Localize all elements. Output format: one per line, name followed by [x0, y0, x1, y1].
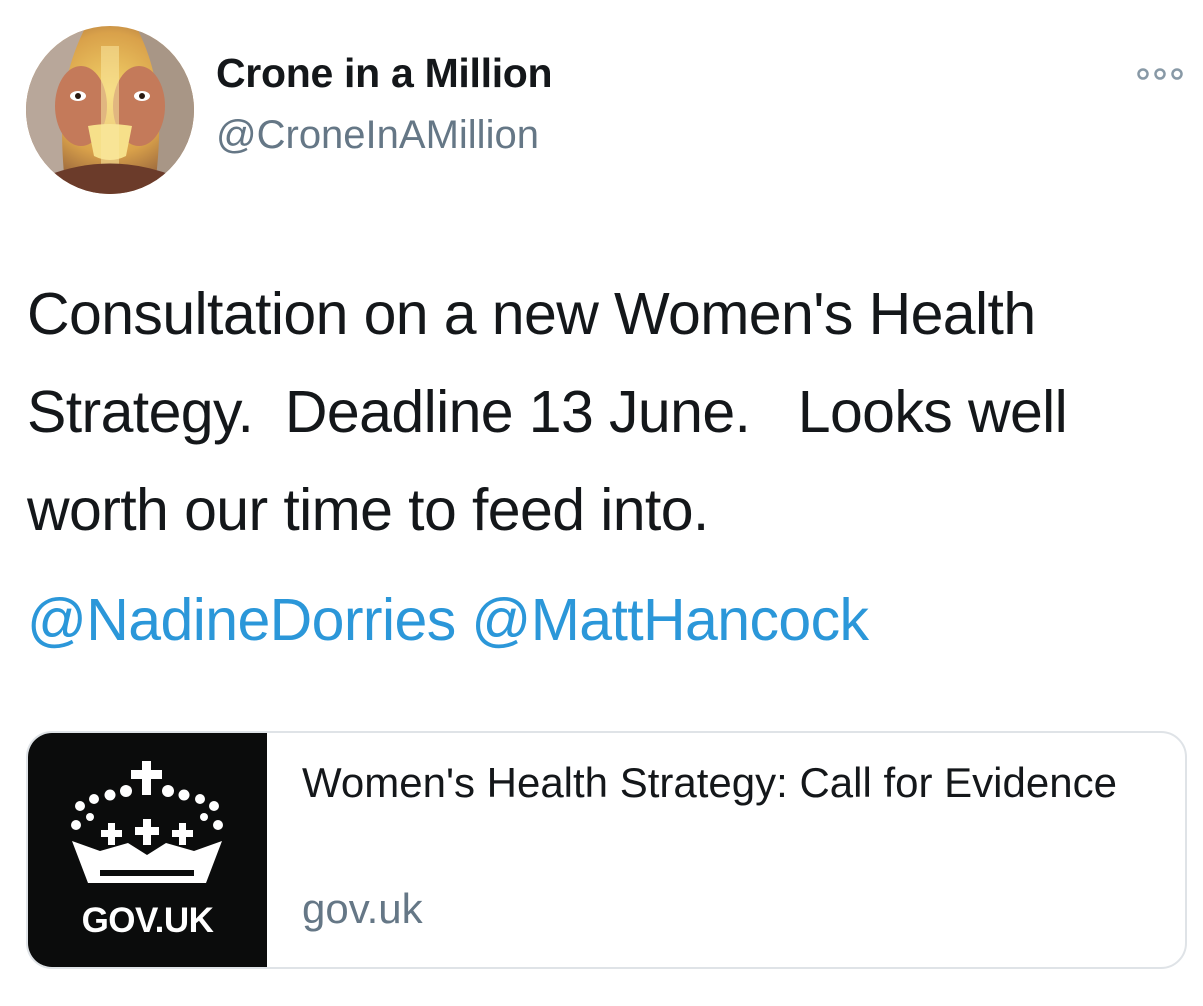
more-horizontal-icon [1137, 68, 1183, 80]
mention-link-matthancock[interactable]: @MattHancock [471, 587, 869, 653]
link-preview-card[interactable]: GOV.UK Women's Health Strategy: Call for… [26, 731, 1187, 969]
card-image: GOV.UK [28, 733, 267, 967]
tweet-text-line: worth our time to feed into. [27, 477, 709, 543]
tweet: Crone in a Million @CroneInAMillion Cons… [0, 0, 1203, 1006]
card-title: Women's Health Strategy: Call for Eviden… [302, 759, 1117, 806]
govuk-logo-text: GOV.UK [81, 901, 214, 940]
tweet-mentions: @NadineDorries @MattHancock [27, 585, 869, 655]
more-options-button[interactable] [1130, 56, 1190, 92]
mention-link-nadinedorries[interactable]: @NadineDorries [27, 587, 456, 653]
user-handle[interactable]: @CroneInAMillion [216, 113, 539, 158]
avatar-image [26, 26, 194, 194]
profile-avatar[interactable] [26, 26, 194, 194]
display-name[interactable]: Crone in a Million [216, 50, 553, 97]
tweet-text-line: Consultation on a new Women's Health [27, 281, 1036, 347]
tweet-text-line: Strategy. Deadline 13 June. Looks well [27, 379, 1068, 445]
tweet-text: Consultation on a new Women's Health Str… [27, 265, 1187, 559]
card-domain: gov.uk [302, 885, 423, 932]
